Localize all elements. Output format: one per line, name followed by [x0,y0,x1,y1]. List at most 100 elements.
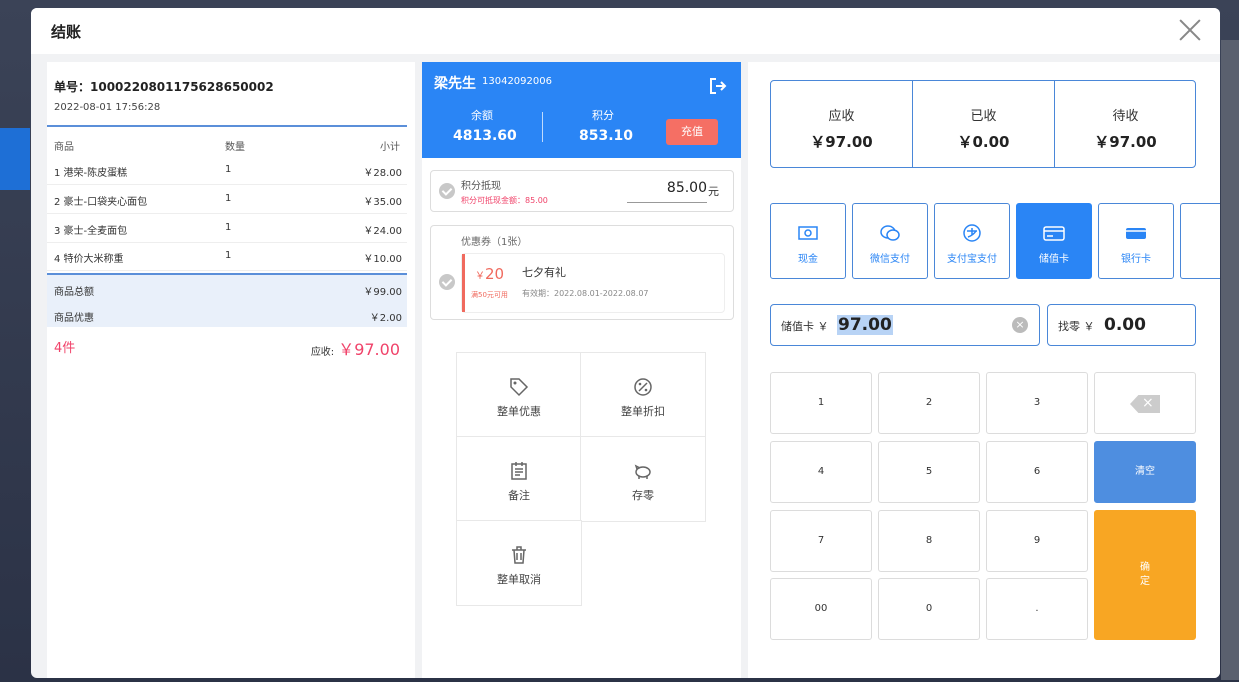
item-qty: 1 [225,193,232,204]
pay-more-button[interactable] [1180,203,1220,279]
close-icon[interactable] [1178,18,1202,42]
order-rebate-label: 整单折扣 [621,405,665,418]
key-7[interactable]: 7 [770,510,872,572]
confirm-button[interactable]: 确 定 [1094,510,1196,640]
key-dot[interactable]: . [986,578,1088,640]
cash-icon [798,226,818,240]
coupon-title: 优惠券（1张） [461,237,528,248]
card-icon [1043,226,1065,241]
balance-value: 4813.60 [453,128,517,144]
order-rebate-button[interactable]: 整单折扣 [580,352,706,438]
table-row[interactable]: 2 豪士-口袋夹心面包 1 ￥35.00 [47,185,407,214]
pay-stored-card-button[interactable]: 储值卡 [1016,203,1092,279]
background-tile [1221,40,1239,680]
checkout-dialog: 结账 单号：1000220801175628650002 2022-08-01 … [31,8,1220,678]
logout-icon[interactable] [709,77,727,95]
key-6[interactable]: 6 [986,441,1088,503]
key-2[interactable]: 2 [878,372,980,434]
member-name: 梁先生 [434,76,476,92]
column-header-name: 商品 [54,142,74,153]
clear-button[interactable]: 清空 [1094,441,1196,503]
summary-total: 商品总额 ￥99.00 [47,275,407,301]
cancel-order-button[interactable]: 整单取消 [456,520,582,606]
pay-alipay-label: 支付宝支付 [947,254,997,265]
receivable-value: ￥97.00 [810,133,873,151]
pay-wechat-label: 微信支付 [870,254,910,265]
coupon-item[interactable]: ￥20 满50元可用 七夕有礼 有效期：2022.08.01-2022.08.0… [461,253,725,313]
points-redeem-card[interactable]: 积分抵现 积分可抵现金额：85.00 85.00 元 [430,170,734,212]
member-panel: 梁先生 13042092006 余额 4813.60 积分 853.10 充值 … [422,62,741,678]
order-discount-button[interactable]: 整单优惠 [456,352,582,438]
item-qty: 1 [225,222,232,233]
cancel-order-label: 整单取消 [497,573,541,586]
order-discount-label: 整单优惠 [497,405,541,418]
points-redeem-unit: 元 [708,185,719,198]
table-row[interactable]: 3 豪士-全麦面包 1 ￥24.00 [47,214,407,243]
coupon-check-icon[interactable] [439,274,455,290]
pending-label: 待收 [1112,109,1139,124]
coupon-amount: ￥20 [475,265,504,283]
summary-total-label: 商品总额 [54,287,94,298]
tag-icon [510,378,529,397]
table-row[interactable]: 1 港荣-陈皮蛋糕 1 ￥28.00 [47,156,407,185]
pending-value: ￥97.00 [1094,133,1157,151]
key-4[interactable]: 4 [770,441,872,503]
key-5[interactable]: 5 [878,441,980,503]
received: 已收 ￥0.00 [913,81,1054,167]
divider [542,112,543,142]
pay-wechat-button[interactable]: 微信支付 [852,203,928,279]
item-name: 2 豪士-口袋夹心面包 [54,197,148,208]
change-label: 找零 ￥ [1058,320,1095,333]
points-check-icon[interactable] [439,183,455,199]
key-00[interactable]: 00 [770,578,872,640]
points-redeem-title: 积分抵现 [461,181,501,192]
item-subtotal: ￥35.00 [363,197,402,208]
confirm-char-2: 定 [1140,576,1150,587]
table-row[interactable]: 4 特价大米称重 1 ￥10.00 [47,242,407,271]
key-9[interactable]: 9 [986,510,1088,572]
coupon-condition: 满50元可用 [471,291,508,299]
item-subtotal: ￥28.00 [363,168,402,179]
item-qty: 1 [225,164,232,175]
key-3[interactable]: 3 [986,372,1088,434]
item-qty: 1 [225,250,232,261]
pay-bank-card-button[interactable]: 银行卡 [1098,203,1174,279]
pay-alipay-button[interactable]: 支付宝支付 [934,203,1010,279]
change-field: 找零 ￥ 0.00 [1047,304,1196,346]
amount-input-label: 储值卡 ￥ [781,320,829,333]
pay-cash-button[interactable]: 现金 [770,203,846,279]
item-count: 4件 [54,341,76,356]
backspace-button[interactable] [1094,372,1196,434]
recharge-button[interactable]: 充值 [666,119,718,145]
item-subtotal: ￥24.00 [363,226,402,237]
confirm-char-1: 确 [1140,562,1150,573]
coupon-currency: ￥ [475,271,485,282]
amount-input-value[interactable]: 97.00 [837,315,893,335]
alipay-icon [963,224,981,242]
key-0[interactable]: 0 [878,578,980,640]
amount-due-label: 应收: [310,347,335,358]
receivable-label: 应收 [828,109,855,124]
balance-label: 余额 [471,109,493,122]
key-8[interactable]: 8 [878,510,980,572]
discount-icon [634,378,652,396]
note-label: 备注 [508,489,530,502]
received-value: ￥0.00 [957,133,1010,151]
pending: 待收 ￥97.00 [1055,81,1196,167]
column-header-qty: 数量 [225,142,245,153]
received-label: 已收 [970,109,997,124]
coupon-card: 优惠券（1张） ￥20 满50元可用 七夕有礼 有效期：2022.08.01-2… [430,225,734,320]
backspace-icon [1130,395,1160,413]
dialog-header: 结账 [31,8,1220,54]
points-label: 积分 [592,109,614,122]
order-summary: 商品总额 ￥99.00 商品优惠 ￥2.00 [47,273,407,327]
note-button[interactable]: 备注 [456,436,582,522]
key-1[interactable]: 1 [770,372,872,434]
points-redeem-input[interactable]: 85.00 [627,180,707,203]
amount-input[interactable]: 储值卡 ￥ 97.00 × [770,304,1040,346]
points-redeem-note: 积分可抵现金额：85.00 [461,196,548,205]
coupon-name: 七夕有礼 [522,266,566,279]
dialog-title: 结账 [51,23,82,41]
clear-input-icon[interactable]: × [1012,317,1028,333]
save-change-button[interactable]: 存零 [580,436,706,522]
